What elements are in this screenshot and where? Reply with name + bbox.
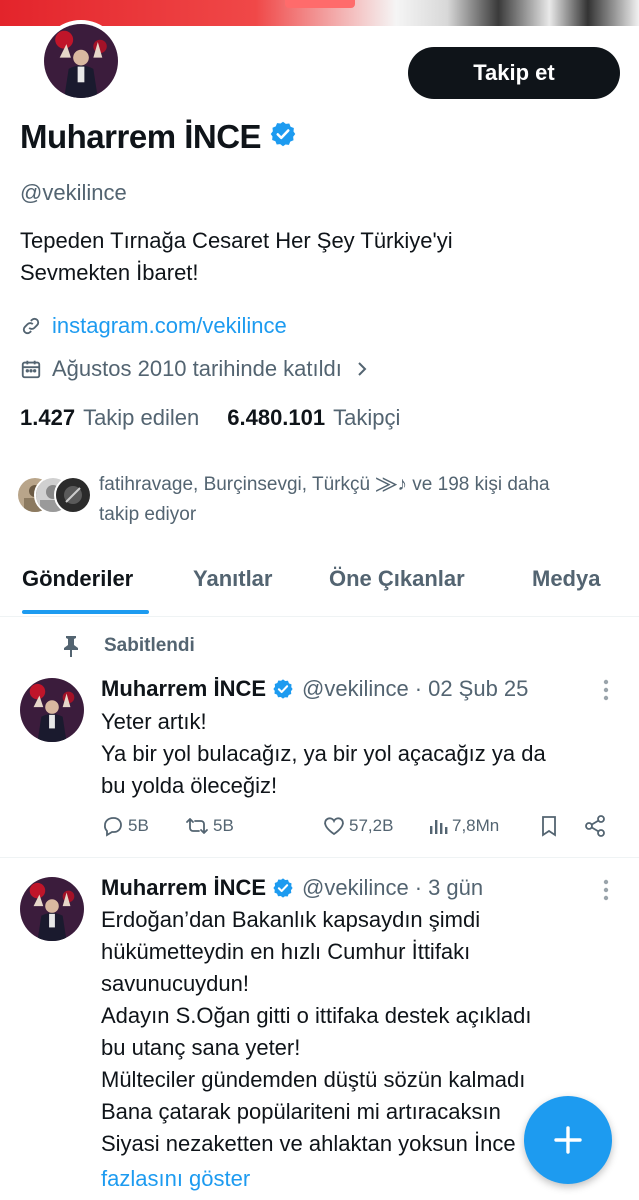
tweet-line: Yeter artık! <box>101 709 207 734</box>
followed-by-line: fatihravage, Burçinsevgi, Türkçü ⨠♪ ve 1… <box>99 474 550 495</box>
follow-button[interactable]: Takip et <box>408 47 620 99</box>
tweet-header: Muharrem İNCE @vekilince · 02 Şub 25 <box>101 676 529 702</box>
join-date: Ağustos 2010 tarihinde katıldı <box>52 356 342 381</box>
show-more-link[interactable]: fazlasını göster <box>101 1166 250 1192</box>
followed-by-line: takip ediyor <box>99 504 197 525</box>
tweet-author-handle[interactable]: @vekilince <box>302 676 409 702</box>
tweet-line: Ya bir yol bulacağız, ya bir yol açacağı… <box>101 741 546 766</box>
tweet-line: Adayın S.Oğan gitti o ittifaka destek aç… <box>101 1003 532 1028</box>
follower-avatar <box>54 476 92 514</box>
tweet-line: hükümetteydin en hızlı Cumhur İttifakı <box>101 939 471 964</box>
reply-button[interactable]: 5B <box>101 814 149 838</box>
banner-detail <box>285 0 355 8</box>
profile-bio: Tepeden Tırnağa Cesaret Her Şey Türkiye'… <box>20 225 580 289</box>
following-count: 1.427 <box>20 405 76 430</box>
followers-link[interactable]: 6.480.101 Takipçi <box>227 405 400 431</box>
pin-icon <box>64 636 78 657</box>
tweet-line: bu yolda öleceğiz! <box>101 773 278 798</box>
bookmark-icon <box>542 816 556 837</box>
compose-plus-icon <box>554 1126 582 1154</box>
profile-link[interactable]: instagram.com/vekilince <box>52 313 287 339</box>
verified-badge-icon[interactable] <box>269 118 297 156</box>
share-icon <box>585 815 605 837</box>
views-icon <box>430 820 448 834</box>
tweet-author-name[interactable]: Muharrem İNCE <box>101 676 266 702</box>
pinned-label-row: Sabitlendi <box>60 634 195 658</box>
tab-media[interactable]: Medya <box>532 566 600 592</box>
tweet-avatar[interactable] <box>20 877 84 941</box>
tweet-divider <box>0 857 639 858</box>
like-count: 57,2B <box>349 816 394 835</box>
profile-join-row[interactable]: Ağustos 2010 tarihinde katıldı <box>20 356 370 382</box>
more-icon[interactable] <box>598 877 614 903</box>
tweet-header: Muharrem İNCE @vekilince · 3 gün <box>101 875 484 901</box>
active-tab-indicator <box>22 610 149 614</box>
tweet-line: Mülteciler gündemden düştü sözün kalmadı <box>101 1067 526 1092</box>
link-icon <box>22 317 40 335</box>
tweet-line: bu utanç sana yeter! <box>101 1035 301 1060</box>
calendar-icon <box>21 360 41 379</box>
followed-by-avatars[interactable] <box>16 470 96 514</box>
profile-tabs: Gönderiler Yanıtlar Öne Çıkanlar Medya <box>0 560 639 616</box>
compose-button[interactable] <box>524 1096 612 1184</box>
followed-by-text[interactable]: fatihravage, Burçinsevgi, Türkçü ⨠♪ ve 1… <box>99 470 619 530</box>
tweet-avatar-image <box>20 877 84 941</box>
tweet-date[interactable]: 02 Şub 25 <box>428 676 528 702</box>
verified-badge-icon[interactable] <box>272 678 294 700</box>
tabs-divider <box>0 616 639 617</box>
following-label: Takip edilen <box>83 405 200 430</box>
like-icon <box>324 817 344 836</box>
tweet-actions: 5B 5B 57,2B 7,8Mn <box>101 814 621 846</box>
retweet-count: 5B <box>213 816 234 835</box>
bookmark-button[interactable] <box>538 814 563 838</box>
bio-line: Tepeden Tırnağa Cesaret Her Şey Türkiye'… <box>20 228 453 253</box>
verified-badge-icon[interactable] <box>272 877 294 899</box>
profile-name-row: Muharrem İNCE <box>20 118 297 156</box>
reply-count: 5B <box>128 816 149 835</box>
tab-replies[interactable]: Yanıtlar <box>193 566 272 592</box>
more-icon[interactable] <box>598 677 614 703</box>
retweet-button[interactable]: 5B <box>184 814 234 838</box>
reply-icon <box>104 817 122 837</box>
tweet-date[interactable]: 3 gün <box>428 875 483 901</box>
like-button[interactable]: 57,2B <box>322 814 393 838</box>
profile-link-row: instagram.com/vekilince <box>20 313 287 339</box>
tweet-author-name[interactable]: Muharrem İNCE <box>101 875 266 901</box>
tweet-line: savunucuydun! <box>101 971 249 996</box>
profile-stats: 1.427 Takip edilen 6.480.101 Takipçi <box>20 405 400 431</box>
profile-avatar[interactable] <box>40 20 122 102</box>
tweet-author-handle[interactable]: @vekilince <box>302 875 409 901</box>
views-count: 7,8Mn <box>452 816 500 835</box>
tweet-avatar[interactable] <box>20 678 84 742</box>
retweet-icon <box>186 818 208 834</box>
chevron-right-icon <box>358 362 367 376</box>
profile-name: Muharrem İNCE <box>20 118 262 155</box>
pinned-label: Sabitlendi <box>104 635 195 656</box>
tweet-avatar-image <box>20 678 84 742</box>
tweet-line: Erdoğan’dan Bakanlık kapsaydın şimdi <box>101 907 481 932</box>
tab-posts[interactable]: Gönderiler <box>22 566 133 592</box>
following-link[interactable]: 1.427 Takip edilen <box>20 405 199 431</box>
profile-handle: @vekilince <box>20 180 127 205</box>
avatar-image <box>44 24 118 98</box>
followers-label: Takipçi <box>333 405 401 430</box>
views-button[interactable]: 7,8Mn <box>427 814 499 838</box>
tab-highlights[interactable]: Öne Çıkanlar <box>329 566 465 592</box>
tweet-text: Yeter artık! Ya bir yol bulacağız, ya bi… <box>101 706 601 802</box>
followers-count: 6.480.101 <box>227 405 326 430</box>
share-button[interactable] <box>583 814 610 838</box>
bio-line: Sevmekten İbaret! <box>20 260 199 285</box>
